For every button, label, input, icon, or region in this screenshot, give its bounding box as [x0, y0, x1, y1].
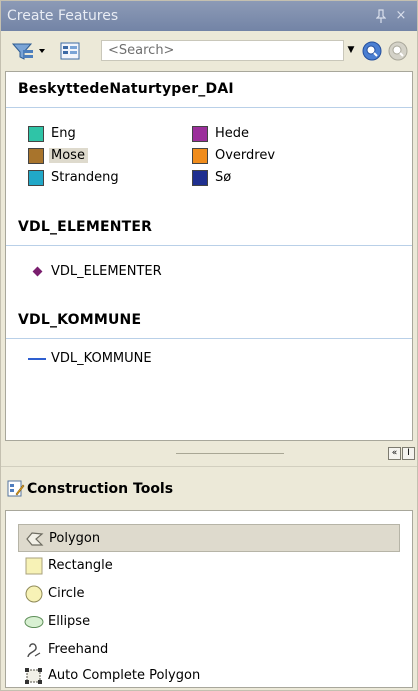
feature-templates-list: BeskyttedeNaturtyper_DAI Eng Hede Mose O… [5, 71, 413, 441]
search-dropdown-chevron-icon[interactable]: ▼ [343, 40, 359, 61]
magnifier-icon [362, 41, 382, 61]
clear-search-icon [388, 41, 408, 61]
tool-label: Ellipse [48, 614, 91, 629]
template-item-eng[interactable]: Eng [28, 123, 79, 144]
layer-group-header[interactable]: VDL_ELEMENTER [6, 210, 412, 246]
tool-label: Polygon [49, 531, 101, 546]
auto-complete-polygon-icon [25, 668, 42, 684]
polygon-symbol-icon [28, 170, 44, 186]
template-label: Eng [51, 126, 76, 141]
rectangle-icon [25, 557, 43, 575]
tool-label: Auto Complete Polygon [48, 668, 201, 683]
filter-funnel-icon [11, 43, 45, 60]
tool-rectangle[interactable]: Rectangle [18, 552, 400, 580]
tool-label: Circle [48, 586, 85, 601]
construction-tools-title: Construction Tools [27, 481, 174, 497]
polygon-symbol-icon [28, 126, 44, 142]
template-label: Overdrev [215, 148, 276, 163]
create-features-window: Create Features × <Search> ▼ BeskyttedeN… [0, 0, 418, 691]
tool-ellipse[interactable]: Ellipse [18, 608, 400, 636]
manage-templates-button[interactable] [59, 40, 85, 62]
tool-circle[interactable]: Circle [18, 580, 400, 608]
auto-hide-pin-button[interactable] [373, 1, 389, 31]
template-item-vdl-elementer[interactable]: VDL_ELEMENTER [28, 261, 165, 282]
splitter-grip[interactable] [176, 453, 284, 454]
line-symbol-icon [28, 358, 46, 360]
freehand-icon [27, 643, 41, 658]
template-item-mose[interactable]: Mose [28, 145, 88, 166]
circle-icon [25, 585, 43, 603]
template-item-strandeng[interactable]: Strandeng [28, 167, 122, 188]
template-label: Strandeng [51, 170, 119, 185]
layer-group-header[interactable]: VDL_KOMMUNE [6, 303, 412, 339]
window-title: Create Features [7, 8, 119, 24]
layer-group-header[interactable]: BeskyttedeNaturtyper_DAI [6, 72, 412, 108]
point-symbol-icon [32, 266, 43, 277]
templates-toolbar: <Search> ▼ [1, 31, 417, 69]
toggle-pane-button[interactable]: I [402, 447, 415, 460]
ellipse-icon [24, 616, 44, 628]
template-label: VDL_ELEMENTER [51, 264, 162, 279]
polygon-symbol-icon [192, 126, 208, 142]
polygon-symbol-icon [28, 148, 44, 164]
template-label: Sø [215, 170, 232, 185]
template-label: VDL_KOMMUNE [51, 351, 152, 366]
organize-templates-button[interactable] [11, 40, 53, 62]
collapse-pane-button[interactable]: « [388, 447, 401, 460]
template-label: Hede [215, 126, 250, 141]
construction-tools-icon [7, 480, 25, 497]
template-item-overdrev[interactable]: Overdrev [192, 145, 278, 166]
template-item-so[interactable]: Sø [192, 167, 234, 188]
template-grid-icon [60, 42, 80, 60]
clear-search-button[interactable] [387, 40, 409, 62]
search-button[interactable] [361, 40, 383, 62]
template-label: Mose [49, 148, 88, 163]
close-window-button[interactable]: × [393, 1, 409, 31]
pane-splitter[interactable]: « I [1, 444, 417, 464]
polygon-icon [26, 532, 44, 546]
template-search-input[interactable]: <Search> [101, 40, 344, 61]
construction-tools-header: Construction Tools [1, 466, 417, 510]
construction-tools-list: Polygon Rectangle Circle Ellipse Freehan… [5, 510, 413, 688]
tool-polygon[interactable]: Polygon [18, 524, 400, 552]
window-title-bar[interactable]: Create Features × [1, 1, 417, 31]
template-item-vdl-kommune[interactable]: VDL_KOMMUNE [28, 348, 155, 369]
tool-label: Rectangle [48, 558, 113, 573]
polygon-symbol-icon [192, 170, 208, 186]
tool-freehand[interactable]: Freehand [18, 636, 400, 664]
polygon-symbol-icon [192, 148, 208, 164]
tool-auto-complete-polygon[interactable]: Auto Complete Polygon [18, 664, 400, 688]
template-item-hede[interactable]: Hede [192, 123, 252, 144]
tool-label: Freehand [48, 642, 109, 657]
